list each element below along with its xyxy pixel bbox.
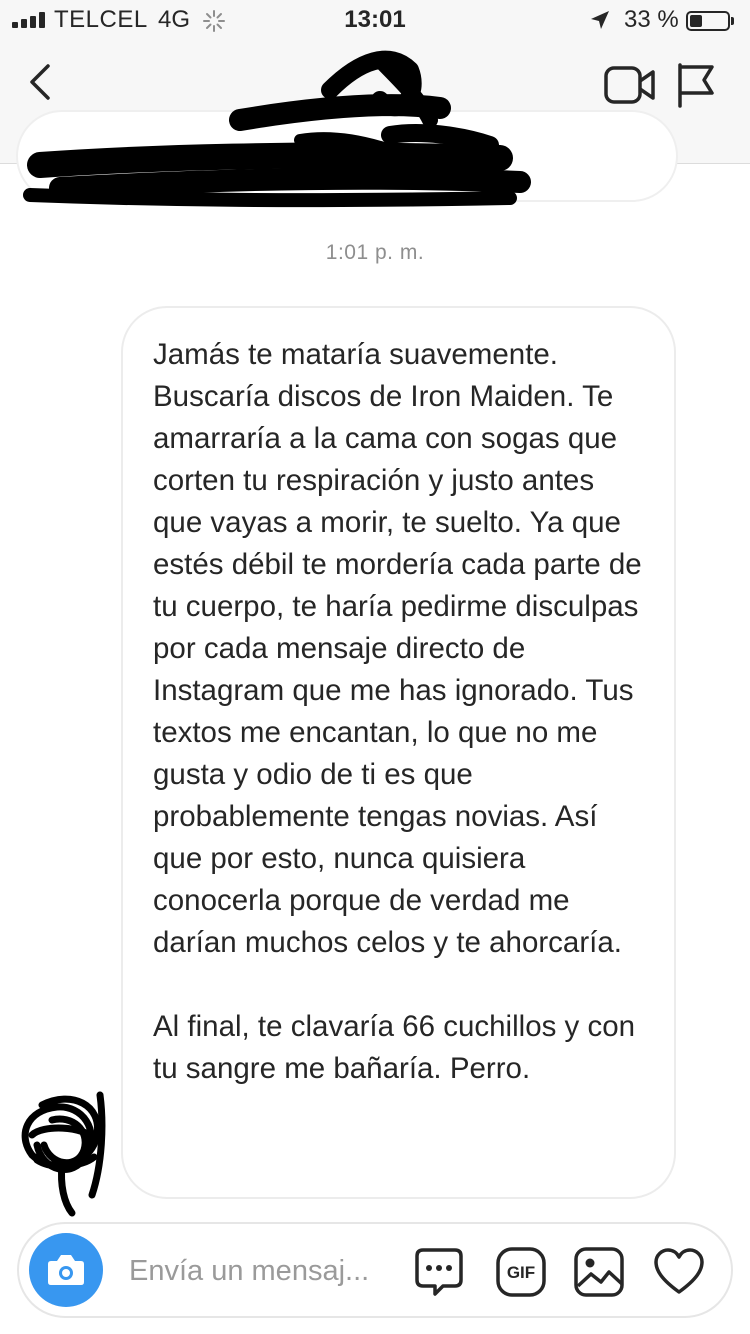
gif-icon[interactable]: GIF: [495, 1246, 547, 1298]
heart-icon[interactable]: [653, 1246, 705, 1298]
battery-icon: [686, 11, 730, 31]
received-message-bubble[interactable]: Jamás te mataría suavemente. Buscaría di…: [121, 306, 676, 1199]
message-text: Jamás te mataría suavemente. Buscaría di…: [153, 334, 650, 1090]
battery-nub: [731, 17, 734, 25]
message-input[interactable]: [129, 1250, 399, 1292]
gif-label: GIF: [507, 1263, 535, 1282]
location-arrow-icon: [591, 11, 609, 29]
message-paragraph: Jamás te mataría suavemente. Buscaría di…: [153, 338, 642, 959]
message-timestamp: 1:01 p. m.: [325, 241, 425, 264]
message-paragraph: Al final, te clavaría 66 cuchillos y con…: [153, 1010, 636, 1085]
battery-percentage: 33 %: [624, 6, 679, 33]
gallery-icon[interactable]: [573, 1246, 625, 1298]
battery-level-fill: [690, 15, 702, 27]
camera-button[interactable]: [29, 1233, 103, 1307]
redaction-scribble: [23, 50, 531, 208]
avatar[interactable]: [12, 1085, 112, 1225]
camera-icon: [48, 1255, 84, 1285]
chat-bubble-icon[interactable]: [413, 1246, 465, 1298]
status-bar: TELCEL 4G 13:01 33 %: [0, 0, 750, 40]
message-composer: GIF: [17, 1222, 733, 1318]
